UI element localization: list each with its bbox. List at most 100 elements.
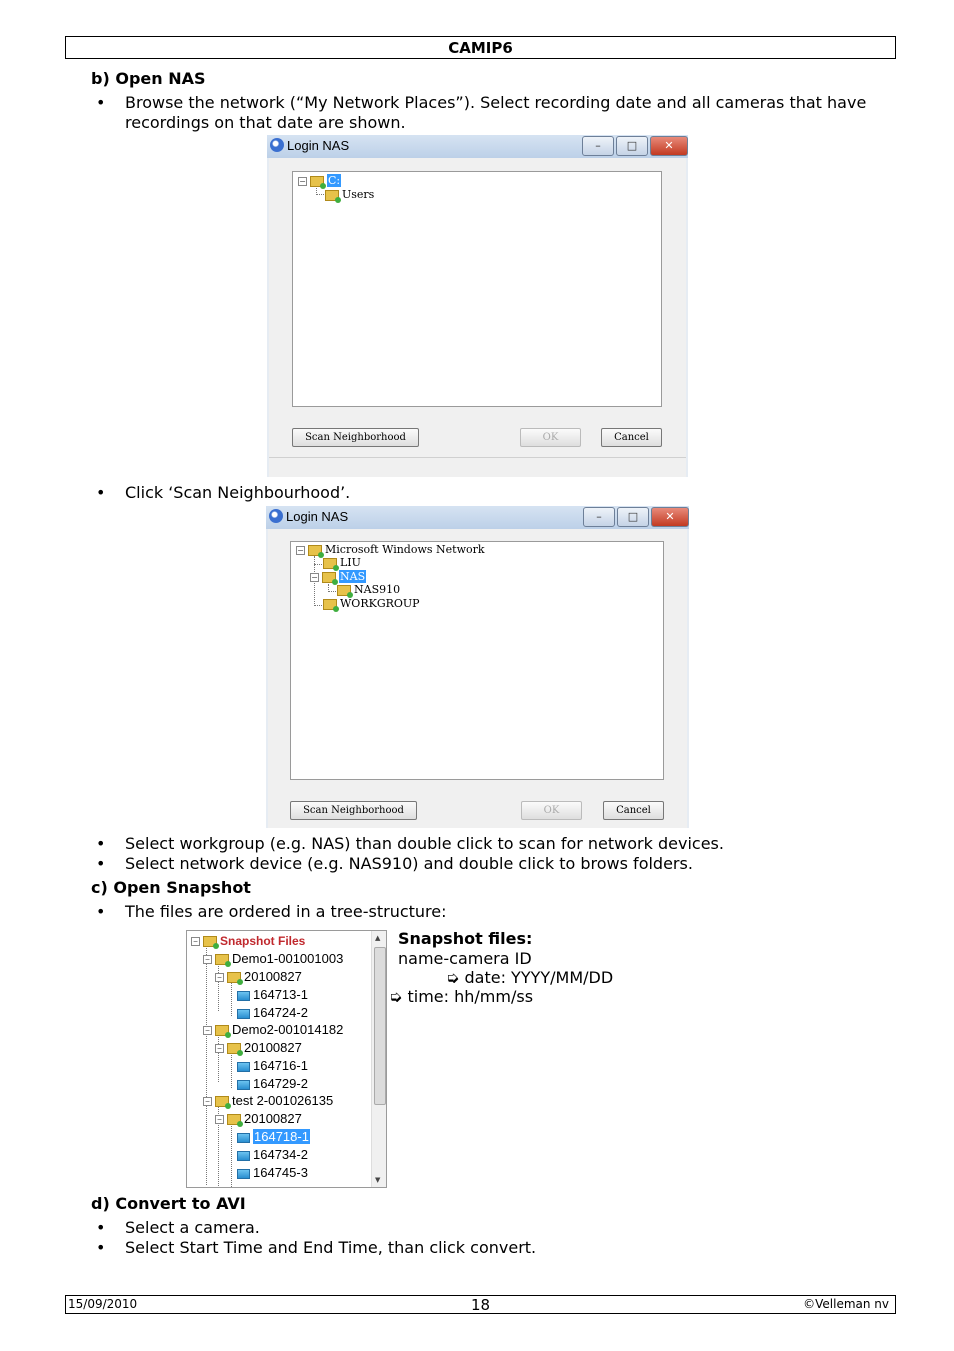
scan-neighborhood-button[interactable]: Scan Neighborhood	[290, 801, 417, 820]
snapshot-description-name: name-camera ID	[398, 948, 532, 968]
scroll-down-arrow-icon[interactable]: ▼	[375, 1176, 380, 1184]
window-title: Login NAS	[286, 509, 349, 524]
cancel-button[interactable]: Cancel	[603, 801, 664, 820]
folder-icon	[322, 571, 338, 585]
tree-node-date[interactable]: −20100827	[215, 1111, 302, 1128]
footer-copyright: ©Velleman nv	[803, 1297, 889, 1311]
scroll-up-arrow-icon[interactable]: ▲	[375, 934, 380, 942]
tree-node-camera[interactable]: − test 2-001026135	[203, 1093, 333, 1110]
collapse-icon[interactable]: −	[191, 937, 200, 947]
minimize-button[interactable]: –	[583, 507, 615, 527]
tree-node-workgroup[interactable]: WORKGROUP	[323, 597, 420, 612]
maximize-button[interactable]: □	[617, 507, 649, 527]
tree-node-file[interactable]: 164724-2	[237, 1005, 308, 1020]
arrow-icon: ➭	[446, 968, 460, 987]
tree-node-file[interactable]: 164716-1	[237, 1058, 308, 1073]
image-icon	[237, 990, 250, 1001]
image-icon	[237, 1079, 250, 1090]
snapshot-description-date: date: YYYY/MM/DD	[464, 968, 614, 987]
folder-icon	[323, 557, 339, 571]
folder-icon	[323, 598, 339, 612]
snapshot-description-date-row: ➭ date: YYYY/MM/DD	[446, 968, 613, 988]
image-icon	[237, 1008, 250, 1019]
tree-node-file-selected[interactable]: 164718-1	[237, 1129, 310, 1144]
minimize-button[interactable]: –	[582, 136, 614, 156]
app-logo-icon	[270, 138, 284, 152]
collapse-icon[interactable]: −	[215, 973, 224, 983]
tree-node-file[interactable]: 164729-2	[237, 1076, 308, 1091]
folder-icon	[215, 1025, 231, 1039]
section-c-heading: c) Open Snapshot	[91, 878, 251, 897]
folder-icon	[227, 1114, 243, 1128]
close-button[interactable]: ✕	[650, 136, 688, 156]
maximize-button[interactable]: □	[616, 136, 648, 156]
section-d-heading: d) Convert to AVI	[91, 1194, 246, 1213]
tree-root-snapshot-files[interactable]: − Snapshot Files	[191, 933, 305, 950]
folder-icon	[310, 175, 326, 189]
window-body: − C: Users Scan Neighborhood OK Cancel	[269, 158, 686, 477]
folder-icon	[325, 189, 341, 203]
scan-neighborhood-button[interactable]: Scan Neighborhood	[292, 428, 419, 447]
window-title-bar: Login NAS – □ ✕	[266, 506, 689, 529]
status-bar	[269, 457, 686, 458]
bullet-select-camera: • Select a camera.	[96, 1218, 260, 1237]
collapse-icon[interactable]: −	[296, 545, 305, 555]
image-icon	[237, 1150, 250, 1161]
bullet-select-workgroup: • Select workgroup (e.g. NAS) than doubl…	[96, 834, 724, 853]
tree-node-nas910[interactable]: NAS910	[337, 583, 400, 598]
tree-node-camera[interactable]: − Demo2-001014182	[203, 1022, 343, 1039]
network-tree[interactable]: − Microsoft Windows Network LIU − NAS NAS9…	[290, 541, 664, 780]
snapshot-description-time: time: hh/mm/ss	[407, 987, 534, 1006]
collapse-icon[interactable]: −	[203, 1026, 212, 1036]
tree-node-date[interactable]: −20100827	[215, 1040, 302, 1057]
image-icon	[237, 1132, 250, 1143]
login-nas-window-1: Login NAS – □ ✕ − C: Users Scan Neighborh…	[267, 135, 688, 477]
tree-node-c[interactable]: − C:	[298, 174, 342, 189]
bullet-click-scan: • Click ‘Scan Neighbourhood’.	[96, 483, 351, 502]
ok-button[interactable]: OK	[521, 801, 582, 820]
cancel-button[interactable]: Cancel	[601, 428, 662, 447]
tree-node-liu[interactable]: LIU	[323, 556, 361, 571]
arrow-icon: ➭	[389, 987, 403, 1006]
folder-icon	[227, 972, 243, 986]
folder-tree[interactable]: − C: Users	[292, 171, 662, 407]
snapshot-description-title: Snapshot files:	[398, 929, 533, 948]
window-title-bar: Login NAS – □ ✕	[267, 135, 688, 158]
bullet-browse-line1: Browse the network (“My Network Places”)…	[125, 93, 867, 112]
folder-icon	[215, 954, 231, 968]
bullet-select-time: • Select Start Time and End Time, than c…	[96, 1238, 537, 1257]
app-logo-icon	[269, 509, 283, 523]
tree-node-nas[interactable]: − NAS	[310, 570, 367, 585]
image-icon	[237, 1061, 250, 1072]
window-body: − Microsoft Windows Network LIU − NAS NAS9…	[268, 529, 687, 828]
collapse-icon[interactable]: −	[310, 572, 319, 582]
snapshot-description-time-row: ➭ time: hh/mm/ss	[389, 987, 533, 1007]
tree-node-file[interactable]: 164745-3	[237, 1165, 308, 1180]
tree-node-file[interactable]: 164713-1	[237, 987, 308, 1002]
login-nas-window-2: Login NAS – □ ✕ − Microsoft Windows Netwo…	[266, 506, 689, 828]
folder-icon	[227, 1043, 243, 1057]
folder-icon	[203, 936, 219, 950]
section-b-heading: b) Open NAS	[91, 69, 206, 88]
page-footer: 15/09/2010 18 ©Velleman nv	[65, 1295, 896, 1314]
collapse-icon[interactable]: −	[215, 1115, 224, 1125]
collapse-icon[interactable]: −	[298, 176, 307, 186]
scrollbar-thumb[interactable]	[374, 947, 386, 1105]
vertical-scrollbar[interactable]: ▲ ▼	[371, 931, 386, 1187]
tree-node-camera[interactable]: − Demo1-001001003	[203, 951, 343, 968]
bullet-browse-line2: recordings on that date are shown.	[125, 113, 406, 132]
folder-icon	[337, 584, 353, 598]
tree-node-file[interactable]: 164734-2	[237, 1147, 308, 1162]
snapshot-tree[interactable]: − Snapshot Files − Demo1-001001003 −201008…	[186, 930, 387, 1188]
ok-button[interactable]: OK	[520, 428, 581, 447]
tree-node-date[interactable]: −20100827	[215, 969, 302, 986]
bullet-browse: • Browse the network (“My Network Places…	[96, 93, 867, 132]
tree-node-users[interactable]: Users	[325, 188, 374, 203]
bullet-select-device: • Select network device (e.g. NAS910) an…	[96, 854, 693, 873]
close-button[interactable]: ✕	[651, 507, 689, 527]
folder-icon	[215, 1096, 231, 1110]
collapse-icon[interactable]: −	[215, 1044, 224, 1054]
tree-node-microsoft-windows-network[interactable]: − Microsoft Windows Network	[296, 543, 485, 558]
collapse-icon[interactable]: −	[203, 1097, 212, 1107]
collapse-icon[interactable]: −	[203, 955, 212, 965]
